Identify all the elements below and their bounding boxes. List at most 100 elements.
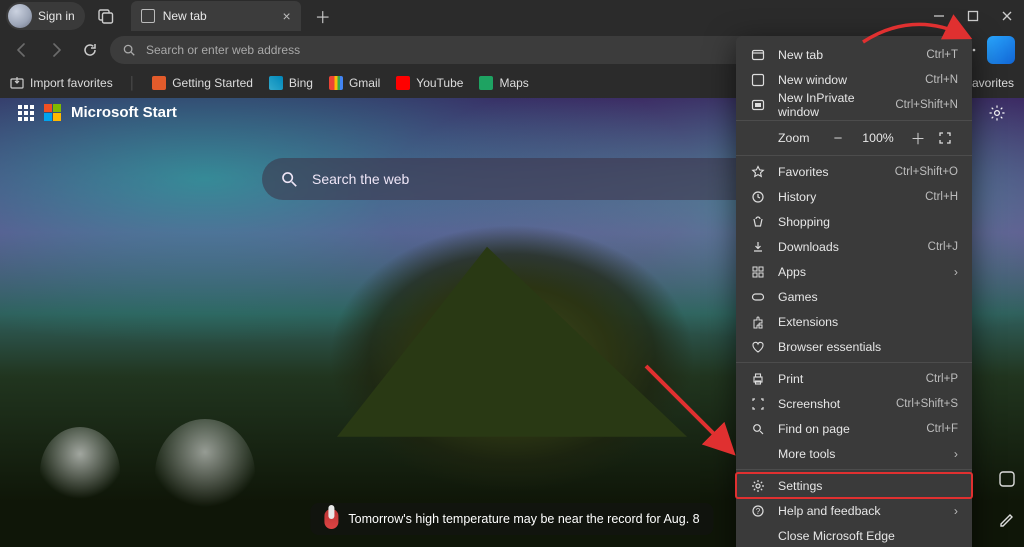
find-icon [750,421,766,437]
bookmark-getting-started[interactable]: Getting Started [152,76,253,90]
menu-label: New tab [778,48,914,62]
menu-shortcut: Ctrl+Shift+N [895,99,958,111]
menu-label: Screenshot [778,397,884,411]
thermometer-icon [324,509,338,529]
ntp-search-box[interactable]: Search the web [262,158,762,200]
bookmark-bing[interactable]: Bing [269,76,313,90]
menu-screenshot[interactable]: Screenshot Ctrl+Shift+S [736,391,972,416]
feed-edit-button[interactable] [996,508,1018,530]
tab-close-button[interactable]: × [283,8,291,24]
apps-icon [750,264,766,280]
menu-extensions[interactable]: Extensions [736,309,972,334]
refresh-button[interactable] [76,36,104,64]
bookmark-maps[interactable]: Maps [479,76,528,90]
copilot-icon [987,36,1015,64]
history-icon [750,189,766,205]
menu-new-inprivate[interactable]: New InPrivate window Ctrl+Shift+N [736,92,972,117]
microsoft-logo-icon [44,104,61,121]
window-close-button[interactable] [990,0,1024,32]
bookmark-youtube[interactable]: YouTube [396,76,463,90]
menu-label: New InPrivate window [778,91,883,119]
menu-find[interactable]: Find on pageCtrl+F [736,416,972,441]
bookmark-label: Gmail [349,76,380,90]
window-minimize-button[interactable] [922,0,956,32]
star-icon [750,164,766,180]
menu-label: Apps [778,265,942,279]
menu-history[interactable]: HistoryCtrl+H [736,184,972,209]
menu-help[interactable]: ?Help and feedback› [736,498,972,523]
help-icon: ? [750,503,766,519]
menu-label: Help and feedback [778,504,942,518]
profile-signin-button[interactable]: Sign in [6,2,85,30]
window-icon [750,72,766,88]
zoom-value: 100% [858,131,898,145]
gear-icon [750,478,766,494]
favicon-icon [479,76,493,90]
tab-new-tab[interactable]: New tab × [131,1,301,31]
menu-games[interactable]: Games [736,284,972,309]
zoom-in-button[interactable]: ＋ [908,128,928,149]
menu-label: Favorites [778,165,883,179]
print-icon [750,371,766,387]
fullscreen-button[interactable] [938,131,958,145]
menu-shortcut: Ctrl+Shift+O [895,166,958,178]
menu-label: Shopping [778,215,958,229]
workspaces-button[interactable] [95,5,117,27]
feed-customize-button[interactable] [996,468,1018,490]
menu-apps[interactable]: Apps › [736,259,972,284]
menu-shortcut: Ctrl+Shift+S [896,398,958,410]
menu-shortcut: Ctrl+T [926,49,958,61]
extensions-icon [750,314,766,330]
chevron-right-icon: › [954,447,958,461]
window-maximize-button[interactable] [956,0,990,32]
shopping-icon [750,214,766,230]
menu-new-window[interactable]: New window Ctrl+N [736,67,972,92]
import-label: Import favorites [30,76,113,90]
menu-label: Settings [778,479,958,493]
menu-label: More tools [778,447,942,461]
zoom-out-button[interactable]: − [828,130,848,147]
zoom-label: Zoom [778,131,818,145]
menu-label: History [778,190,913,204]
bookmark-label: Maps [499,76,528,90]
menu-downloads[interactable]: DownloadsCtrl+J [736,234,972,259]
menu-shopping[interactable]: Shopping [736,209,972,234]
bookmark-label: Getting Started [172,76,253,90]
menu-new-tab[interactable]: New tab Ctrl+T [736,42,972,67]
menu-more-tools[interactable]: More tools › [736,441,972,466]
weather-banner[interactable]: Tomorrow's high temperature may be near … [310,503,713,535]
menu-zoom-row: Zoom − 100% ＋ [736,124,972,152]
menu-label: Games [778,290,958,304]
bookmark-label: Bing [289,76,313,90]
chevron-right-icon: › [954,265,958,279]
inprivate-icon [750,97,766,113]
address-placeholder: Search or enter web address [146,43,300,57]
forward-button[interactable] [42,36,70,64]
menu-settings[interactable]: Settings [736,473,972,498]
new-tab-button[interactable]: ＋ [309,2,337,30]
screenshot-icon [750,396,766,412]
avatar-icon [8,4,32,28]
menu-label: Extensions [778,315,958,329]
app-launcher-button[interactable] [18,105,34,121]
weather-text: Tomorrow's high temperature may be near … [348,512,699,526]
page-settings-button[interactable] [988,104,1006,122]
copilot-button[interactable] [986,35,1016,65]
menu-browser-essentials[interactable]: Browser essentials [736,334,972,359]
background-waterfall [155,419,255,529]
menu-print[interactable]: Print Ctrl+P [736,366,972,391]
menu-close-edge[interactable]: Close Microsoft Edge [736,523,972,547]
menu-label: Print [778,372,914,386]
menu-label: Downloads [778,240,916,254]
import-favorites-button[interactable]: Import favorites [10,76,113,90]
bookmark-label: YouTube [416,76,463,90]
menu-shortcut: Ctrl+N [925,74,958,86]
bookmark-gmail[interactable]: Gmail [329,76,380,90]
menu-label: Browser essentials [778,340,958,354]
brand-title: Microsoft Start [71,104,177,121]
menu-label: New window [778,73,913,87]
menu-shortcut: Ctrl+P [926,373,958,385]
back-button[interactable] [8,36,36,64]
menu-favorites[interactable]: Favorites Ctrl+Shift+O [736,159,972,184]
import-icon [10,76,24,90]
